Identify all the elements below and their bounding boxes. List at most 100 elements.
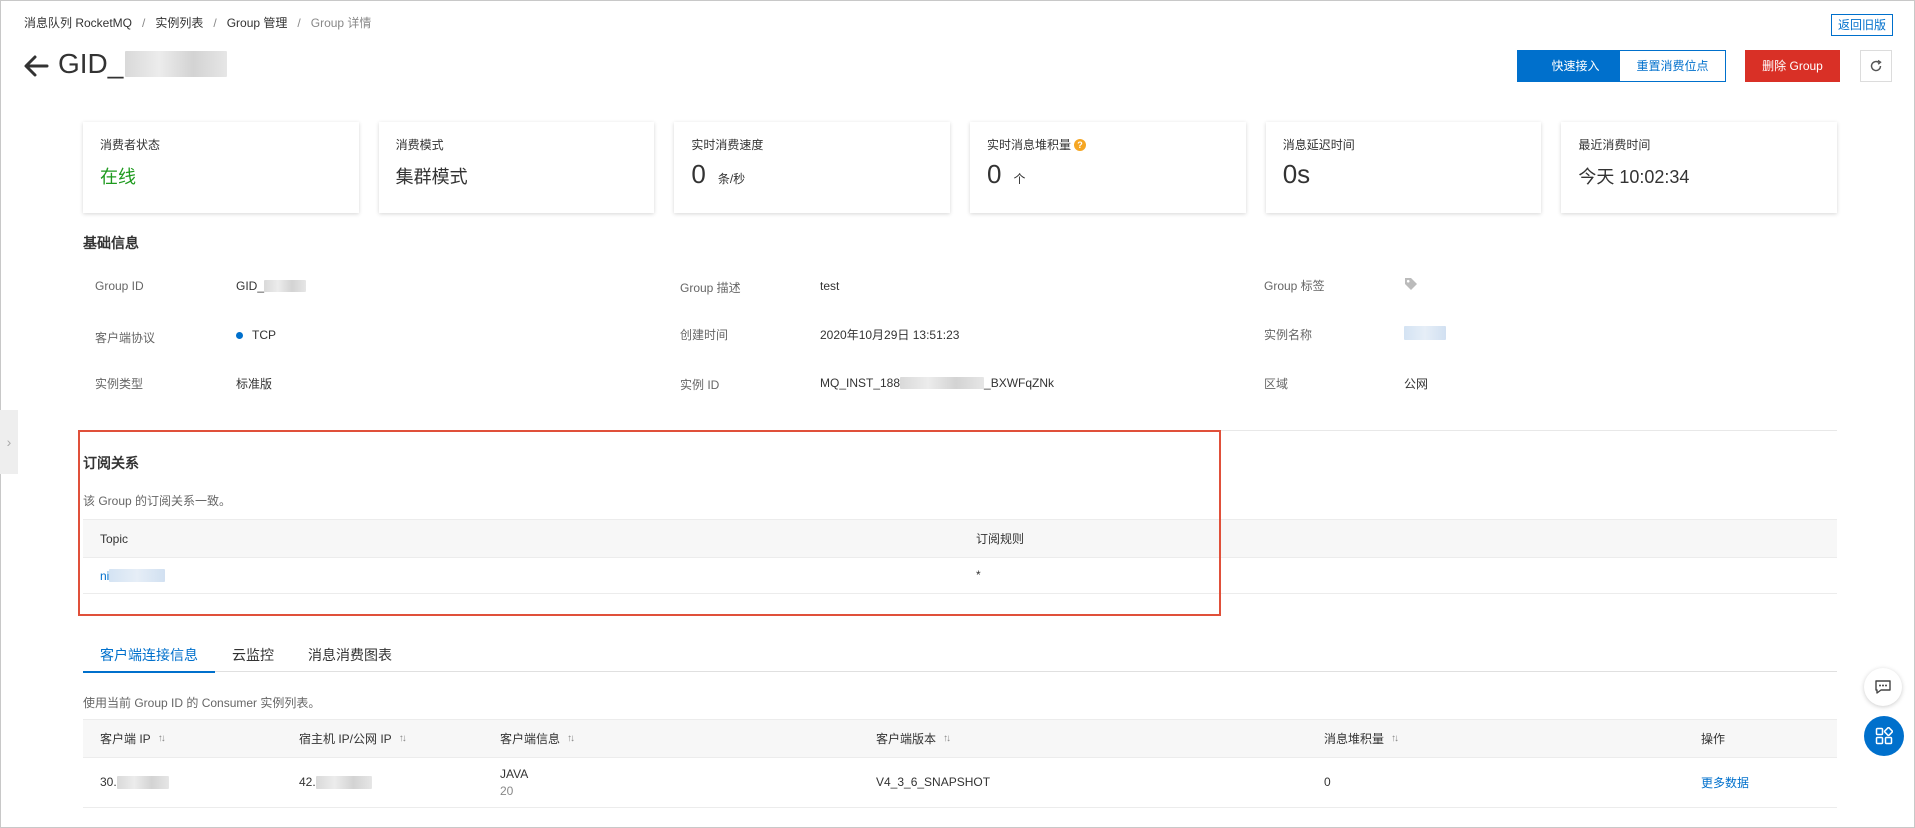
instance-id-suffix: _BXWFqZNk [984,376,1055,390]
version-cell: V4_3_6_SNAPSHOT [876,775,991,789]
tab-consumption-charts[interactable]: 消息消费图表 [291,640,409,672]
group-tag-value [1404,277,1418,291]
tab-client-connections[interactable]: 客户端连接信息 [83,640,215,673]
column-header-label: 客户端 IP [100,732,151,746]
sidebar-expand-handle[interactable]: › [0,410,18,474]
table-header: 客户端 IP ↑↓ 宿主机 IP/公网 IP ↑↓ 客户端信息 ↑↓ 客户端版本 ↑↓ … [83,719,1837,758]
tag-icon[interactable] [1404,277,1418,291]
group-desc-value: test [820,279,840,293]
metric-label: 消费模式 [395,138,444,152]
column-header-host-ip[interactable]: 宿主机 IP/公网 IP ↑↓ [299,720,407,757]
quick-access-button[interactable]: 快速接入 [1517,50,1634,82]
chat-icon [1875,680,1891,694]
breadcrumb: 消息队列 RocketMQ / 实例列表 / Group 管理 / Group … [24,14,371,31]
created-value: 2020年10月29日 13:51:23 [820,328,960,342]
instance-name-value [1404,326,1446,340]
column-header-label: 客户端版本 [876,732,937,746]
delay-value: 0s [1282,159,1311,189]
backlog-unit: 个 [1013,172,1026,186]
refresh-button[interactable] [1860,50,1892,82]
clients-note: 使用当前 Group ID 的 Consumer 实例列表。 [83,696,321,710]
metric-label: 消息延迟时间 [1282,138,1355,152]
instance-type-label: 实例类型 [95,377,144,391]
group-desc-label: Group 描述 [680,281,741,295]
realtime-speed-value: 0 [691,159,706,189]
metric-card-realtime-speed: 实时消费速度 0 条/秒 [674,122,951,213]
redacted-text [1404,326,1446,340]
redacted-text [116,775,169,789]
sort-icon[interactable]: ↑↓ [158,733,166,744]
instance-type-value: 标准版 [236,377,273,391]
instance-id-label: 实例 ID [680,378,720,392]
client-info-text: JAVA [500,767,529,781]
sort-icon[interactable]: ↑↓ [943,733,951,744]
client-ip-text: 30. [100,775,117,789]
sort-icon[interactable]: ↑↓ [567,733,575,744]
metric-card-last-consume: 最近消费时间 今天 10:02:34 [1561,122,1838,213]
metric-label: 最近消费时间 [1578,138,1651,152]
breadcrumb-separator: / [213,15,217,30]
redacted-group-id [125,51,228,77]
apps-icon [1875,727,1893,745]
protocol-text: TCP [252,328,276,342]
protocol-label: 客户端协议 [95,331,156,345]
status-dot [236,331,243,339]
metric-card-consume-mode: 消费模式 集群模式 [378,122,655,213]
region-value: 公网 [1404,377,1429,391]
host-ip-text: 42. [299,775,316,789]
help-icon[interactable]: ? [1074,138,1087,151]
host-ip-cell: 42. [299,758,372,806]
page-title: GID_ [58,48,228,80]
metric-card-consumer-status: 消费者状态 在线 [83,122,359,213]
breadcrumb-item-instances[interactable]: 实例列表 [155,14,203,31]
consume-mode-value: 集群模式 [395,167,468,187]
client-ip-cell: 30. [100,758,169,806]
arrow-left-icon[interactable] [22,52,50,80]
column-header-version[interactable]: 客户端版本 ↑↓ [876,720,951,757]
backlog-cell: 0 [1324,775,1331,789]
redacted-text [264,280,307,292]
tab-bar: 客户端连接信息 云监控 消息消费图表 [83,640,1837,673]
return-old-version-button[interactable]: 返回旧版 [1830,14,1893,36]
reset-offset-button[interactable]: 重置消费位点 [1619,50,1726,82]
protocol-value: TCP [236,328,276,342]
realtime-speed-row: 0 条/秒 [691,159,933,190]
page-title-text: GID_ [58,48,124,79]
column-header-label: 客户端信息 [500,732,561,746]
metric-label: 消费者状态 [100,138,161,152]
breadcrumb-item-group-management[interactable]: Group 管理 [227,14,288,31]
column-header-action: 操作 [1701,732,1726,746]
tab-cloud-monitor[interactable]: 云监控 [215,640,291,672]
instance-name-label: 实例名称 [1264,328,1313,342]
realtime-speed-unit: 条/秒 [717,172,746,186]
chevron-right-icon: › [6,434,12,450]
basic-info-title: 基础信息 [83,235,139,251]
metric-label: 实时消费速度 [691,138,764,152]
breadcrumb-separator: / [142,15,146,30]
metric-cards: 消费者状态 在线 消费模式 集群模式 实时消费速度 0 条/秒 实时消息堆积量 … [83,122,1838,213]
metric-card-backlog: 实时消息堆积量 ? 0 个 [970,122,1246,213]
redacted-text [900,377,985,389]
group-id-value: GID_ [236,279,307,293]
breadcrumb-item-rocketmq[interactable]: 消息队列 RocketMQ [24,14,132,31]
backlog-row: 0 个 [987,159,1229,190]
sort-icon[interactable]: ↑↓ [1391,733,1399,744]
feedback-chat-button[interactable] [1864,668,1902,706]
more-data-link[interactable]: 更多数据 [1701,758,1749,806]
group-id-text: GID_ [236,279,265,293]
instance-id-prefix: MQ_INST_188 [820,376,901,390]
group-id-label: Group ID [95,279,144,293]
client-info-cell: JAVA 20 [500,767,528,798]
apps-menu-button[interactable] [1864,716,1904,756]
column-header-client-info[interactable]: 客户端信息 ↑↓ [500,720,575,757]
client-info-sub: 20 [500,784,514,798]
column-header-client-ip[interactable]: 客户端 IP ↑↓ [100,720,166,757]
sort-icon[interactable]: ↑↓ [399,733,407,744]
column-header-backlog[interactable]: 消息堆积量 ↑↓ [1324,720,1399,757]
consumer-status-value: 在线 [100,167,136,187]
column-header-label: 宿主机 IP/公网 IP [299,732,392,746]
delete-group-button[interactable]: 删除 Group [1745,50,1840,82]
breadcrumb-current: Group 详情 [310,16,372,30]
metric-label-row: 实时消息堆积量 ? [987,136,1229,153]
metric-label: 实时消息堆积量 [987,138,1072,152]
